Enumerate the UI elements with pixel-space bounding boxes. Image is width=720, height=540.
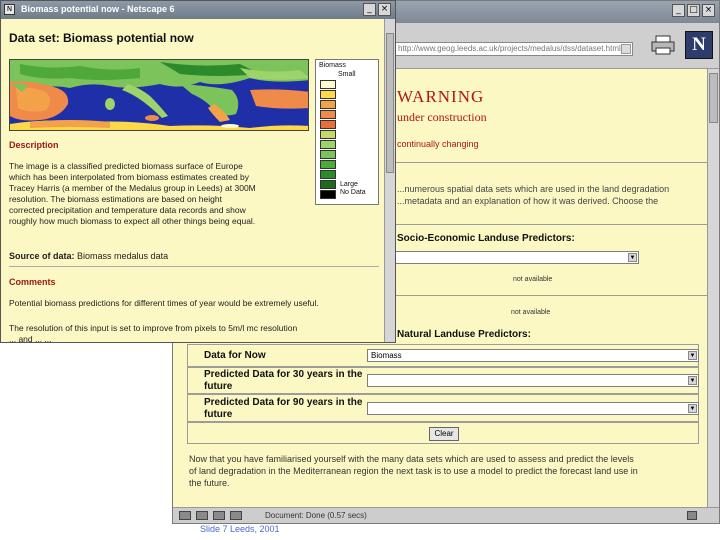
close-button[interactable]: × <box>378 3 391 16</box>
description-line: resolution. The biomass estimations are … <box>9 194 222 204</box>
lock-icon <box>687 511 697 520</box>
netscape-app-icon: N <box>4 4 15 15</box>
mail-icon[interactable] <box>196 511 208 520</box>
data-30yr-select[interactable]: ▼ <box>367 374 699 387</box>
description-text: The image is a classified predicted biom… <box>9 161 309 227</box>
socio-economic-heading: Socio-Economic Landuse Predictors: <box>397 233 575 244</box>
outro-line: Now that you have familiarised yourself … <box>189 454 634 464</box>
legend-swatch <box>320 80 336 89</box>
legend-swatch <box>320 180 336 189</box>
legend-swatch <box>320 100 336 109</box>
url-text: http://www.geog.leeds.ac.uk/projects/med… <box>398 44 621 53</box>
legend-no-data-label: No Data <box>340 189 366 196</box>
url-dropdown-icon[interactable] <box>621 44 631 54</box>
status-text: Document: Done (0.57 secs) <box>265 511 367 520</box>
row-label: Predicted Data for 30 years in the futur… <box>204 369 363 392</box>
outro-line: the future. <box>189 478 230 488</box>
source-label: Source of data: <box>9 251 75 261</box>
chevron-down-icon: ▼ <box>688 376 697 385</box>
legend-swatch <box>320 90 336 99</box>
close-button[interactable]: × <box>702 4 715 17</box>
overlay-text: Slide 7 Leeds, 2001 <box>200 524 280 534</box>
row-label: Predicted Data for 90 years in the futur… <box>204 397 363 420</box>
select-value: Biomass <box>371 351 402 360</box>
description-line: The image is a classified predicted biom… <box>9 161 243 171</box>
description-line: corrected precipitation and temperature … <box>9 205 246 215</box>
more-line: The resolution of this input is set to i… <box>9 323 298 333</box>
legend-swatch <box>320 140 336 149</box>
dataset-title: Data set: Biomass potential now <box>9 31 194 45</box>
warning-subtitle: under construction <box>397 110 487 124</box>
intro-text: ...numerous spatial data sets which are … <box>397 183 703 207</box>
description-line: roughly how much biomass to expect all o… <box>9 216 256 226</box>
not-available-label: not available <box>513 276 553 283</box>
data-now-select[interactable]: Biomass ▼ <box>367 349 699 362</box>
source-of-data: Source of data: Biomass medalus data <box>9 251 168 261</box>
legend-swatch <box>320 150 336 159</box>
more-text: The resolution of this input is set to i… <box>9 323 389 343</box>
vertical-scrollbar[interactable] <box>707 69 719 509</box>
netscape-logo-icon: N <box>685 31 713 59</box>
legend-title: Biomass <box>319 62 346 69</box>
description-heading: Description <box>9 140 59 150</box>
legend-swatch <box>320 110 336 119</box>
not-available-label: not available <box>511 309 551 316</box>
legend-small-label: Small <box>338 71 356 78</box>
comments-heading: Comments <box>9 277 56 287</box>
url-input[interactable]: http://www.geog.leeds.ac.uk/projects/med… <box>393 42 633 56</box>
legend-swatch <box>320 170 336 179</box>
data-90yr-select[interactable]: ▼ <box>367 402 699 415</box>
divider <box>9 266 379 267</box>
scrollbar-thumb[interactable] <box>386 33 394 173</box>
warning-change-note: continually changing <box>397 139 479 149</box>
biomass-map-image <box>9 59 309 131</box>
chevron-down-icon: ▼ <box>688 404 697 413</box>
row-label: Data for Now <box>204 350 266 361</box>
maximize-button[interactable]: □ <box>687 4 700 17</box>
minimize-button[interactable]: _ <box>672 4 685 17</box>
outro-line: of land degradation in the Mediterranean… <box>189 466 638 476</box>
intro-line: ...metadata and an explanation of how it… <box>397 196 659 206</box>
status-bar: Document: Done (0.57 secs) <box>173 507 719 523</box>
biomass-legend: Biomass Small Large No Data <box>315 59 379 205</box>
natural-landuse-heading: Natural Landuse Predictors: <box>397 329 531 340</box>
legend-swatch <box>320 160 336 169</box>
composer-icon[interactable] <box>213 511 225 520</box>
print-icon[interactable] <box>651 35 675 55</box>
comment-text: Potential biomass predictions for differ… <box>9 298 319 308</box>
warning-title: WARNING <box>397 87 485 106</box>
popup-scrollbar[interactable] <box>384 19 395 342</box>
minimize-button[interactable]: _ <box>363 3 376 16</box>
popup-window-title: Biomass potential now - Netscape 6 <box>21 4 175 14</box>
intro-line: ...numerous spatial data sets which are … <box>397 184 670 194</box>
description-line: which has been interpolated from biomass… <box>9 172 250 182</box>
address-book-icon[interactable] <box>230 511 242 520</box>
chevron-down-icon: ▼ <box>688 351 697 360</box>
legend-large-label: Large <box>340 181 358 188</box>
navigator-icon[interactable] <box>179 511 191 520</box>
legend-swatch <box>320 120 336 129</box>
more-line: ... and ... ... <box>9 334 52 343</box>
biomass-popup-window: N Biomass potential now - Netscape 6 _ ×… <box>0 0 396 343</box>
description-line: Tracey Harris (a member of the Medalus g… <box>9 183 256 193</box>
outro-text: Now that you have familiarised yourself … <box>189 453 709 489</box>
legend-swatch <box>320 190 336 199</box>
legend-swatch <box>320 130 336 139</box>
source-value: Biomass medalus data <box>77 251 169 261</box>
clear-button[interactable]: Clear <box>429 427 459 441</box>
chevron-down-icon: ▼ <box>628 253 637 262</box>
popup-titlebar: N Biomass potential now - Netscape 6 _ × <box>1 1 395 19</box>
socio-economic-select[interactable]: ▼ <box>363 251 639 264</box>
scrollbar-thumb[interactable] <box>709 73 718 123</box>
